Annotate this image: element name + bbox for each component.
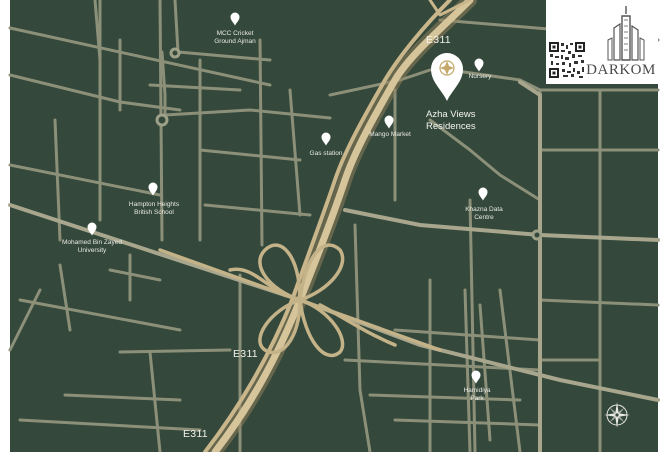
road-label-e311-bottom: E311 (183, 428, 208, 440)
poi-label: Hamidiya Park (463, 387, 491, 402)
qr-code-icon (548, 41, 586, 79)
map-pin-icon (471, 370, 481, 384)
poi-label: MCC Cricket Ground Ajman (214, 30, 256, 45)
poi-label: Hampton Heights British School (128, 201, 180, 216)
poi-label: Gas station (309, 150, 343, 157)
compass-rose-icon (604, 402, 630, 428)
poi-label: Khazna Data Centre (465, 206, 503, 221)
road-label-e311-top: E311 (426, 34, 451, 46)
map-pin-icon (148, 182, 158, 196)
map-pin-icon (478, 187, 488, 201)
project-label: Azha Views Residences (426, 109, 476, 132)
map-view[interactable]: Azha Views Residences E311 E311 E311 MCC… (0, 0, 668, 452)
poi-label: Mango Market (369, 131, 411, 138)
map-pin-icon (230, 12, 240, 26)
project-marker-icon[interactable] (429, 50, 465, 102)
skyline-logo-icon (607, 6, 645, 61)
brand-watermark: DARKOM (546, 0, 658, 84)
project-label-line2: Residences (426, 120, 476, 132)
road-label-e311-mid: E311 (233, 348, 258, 360)
map-pin-icon (87, 222, 97, 236)
poi-label: Nursery (468, 73, 492, 80)
poi-label: Mohamed Bin Zayed University (62, 239, 122, 254)
project-label-line1: Azha Views (426, 109, 476, 120)
map-pin-icon (321, 132, 331, 146)
map-pin-icon (384, 115, 394, 129)
map-pin-icon (474, 58, 484, 72)
brand-name: DARKOM (586, 62, 656, 78)
